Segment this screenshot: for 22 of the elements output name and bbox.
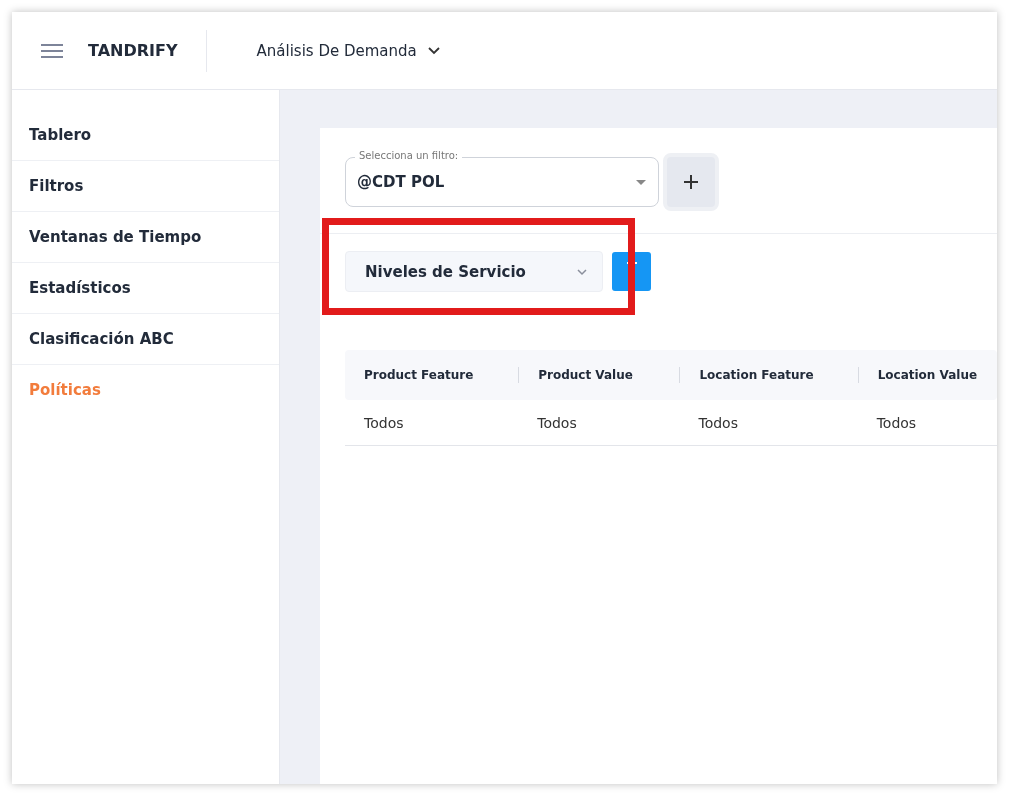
- plus-icon: [684, 175, 698, 189]
- sidebar-item[interactable]: Tablero: [12, 110, 279, 161]
- menu-icon[interactable]: [40, 42, 64, 59]
- policy-dropdown[interactable]: Niveles de Servicio: [345, 251, 603, 292]
- chevron-icon: [576, 267, 588, 276]
- column-header: Product Value: [518, 367, 680, 383]
- column-header: Product Feature: [363, 367, 475, 383]
- sidebar-item[interactable]: Estadísticos: [12, 263, 279, 314]
- column-header: Location Feature: [679, 367, 858, 383]
- sidebar-item[interactable]: Ventanas de Tiempo: [12, 212, 279, 263]
- column-header: Location Value: [857, 367, 997, 383]
- sidebar-item[interactable]: Clasificación ABC: [12, 314, 279, 365]
- module-dropdown[interactable]: Análisis De Demanda: [256, 41, 441, 60]
- table-cell-text: Todos: [536, 414, 578, 431]
- brand-name: TANDRIFY: [88, 41, 178, 60]
- sidebar-item[interactable]: Filtros: [12, 161, 279, 212]
- chevron-icon: [426, 46, 441, 55]
- table-cell-text: Todos: [875, 414, 918, 431]
- table-cell-text: Todos: [363, 414, 405, 431]
- add-button[interactable]: [663, 153, 719, 211]
- dropdown-arrow-icon: [636, 179, 646, 185]
- table-cell-text: Todos: [697, 414, 739, 431]
